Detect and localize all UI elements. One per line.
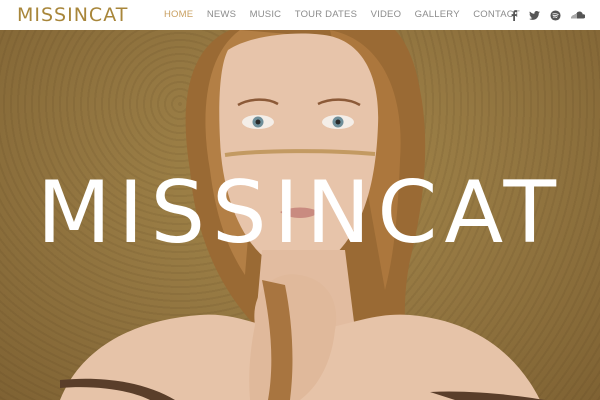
nav-item-home[interactable]: HOME: [164, 0, 193, 30]
top-navigation-bar: MISSINCAT HOME NEWS MUSIC TOUR DATES VID…: [0, 0, 600, 30]
soundcloud-icon[interactable]: [571, 10, 585, 21]
hero-banner: MISSINCAT: [0, 30, 600, 400]
facebook-icon[interactable]: [508, 9, 519, 21]
nav-item-gallery[interactable]: GALLERY: [415, 0, 460, 30]
nav-item-tour-dates[interactable]: TOUR DATES: [295, 0, 357, 30]
social-links: [508, 0, 585, 30]
spotify-icon[interactable]: [550, 9, 561, 21]
main-nav: HOME NEWS MUSIC TOUR DATES VIDEO GALLERY…: [164, 0, 533, 30]
site-logo[interactable]: MISSINCAT: [17, 3, 128, 27]
nav-item-video[interactable]: VIDEO: [371, 0, 402, 30]
nav-item-music[interactable]: MUSIC: [250, 0, 282, 30]
twitter-icon[interactable]: [529, 10, 540, 21]
hero-title: MISSINCAT: [36, 163, 564, 263]
nav-item-news[interactable]: NEWS: [207, 0, 236, 30]
